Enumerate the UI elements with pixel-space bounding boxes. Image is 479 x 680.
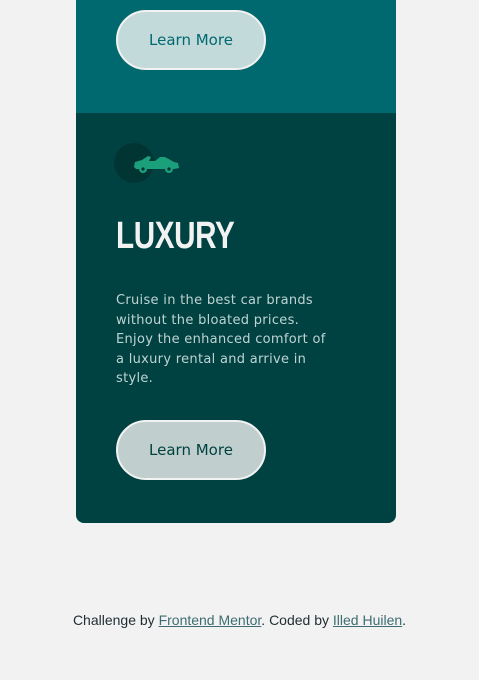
luxury-car-icon	[114, 143, 179, 183]
learn-more-button[interactable]: Learn More	[116, 10, 266, 70]
luxury-card: LUXURY Cruise in the best car brands wit…	[76, 113, 396, 523]
cards-container: Learn More LUXURY Cruise in the best car…	[76, 0, 396, 523]
author-link[interactable]: Illed Huilen	[333, 612, 402, 628]
suvs-card: Learn More	[76, 0, 396, 113]
card-title: LUXURY	[116, 215, 235, 257]
footer-suffix: .	[402, 612, 407, 628]
frontend-mentor-link[interactable]: Frontend Mentor	[159, 612, 262, 628]
card-description: Cruise in the best car brands without th…	[116, 293, 326, 386]
attribution-footer: Challenge by Frontend Mentor. Coded by I…	[0, 612, 479, 628]
footer-middle: . Coded by	[261, 612, 333, 628]
learn-more-button[interactable]: Learn More	[116, 420, 266, 480]
footer-prefix: Challenge by	[72, 612, 159, 628]
